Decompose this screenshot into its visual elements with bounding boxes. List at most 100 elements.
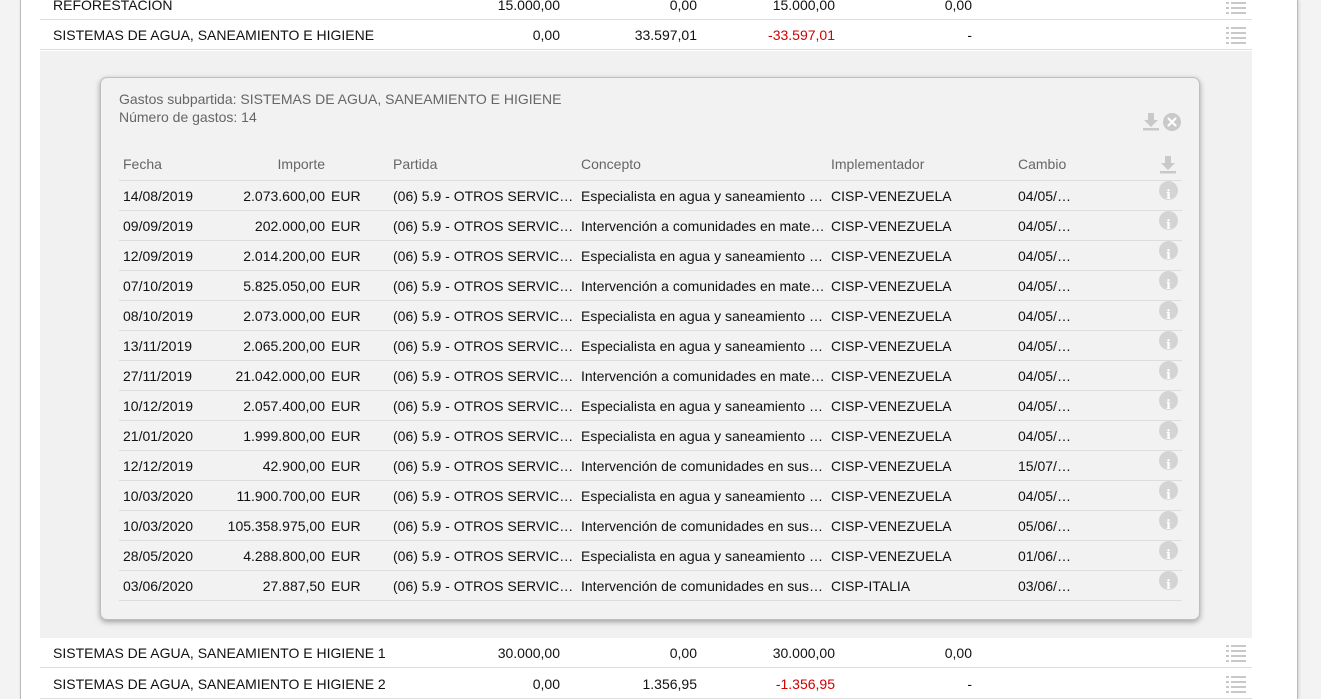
table-row[interactable]: 27/11/2019 21.042.000,00 EUR (06) 5.9 - OTR… [119, 361, 1182, 391]
table-row[interactable]: 12/09/2019 2.014.200,00 EUR (06) 5.9 - OTRO… [119, 241, 1182, 271]
cell-importe: 21.042.000,00 [235, 368, 325, 384]
table-row[interactable]: 03/06/2020 27.887,50 EUR (06) 5.9 - OTROS S… [119, 571, 1182, 601]
list-icon[interactable] [1226, 644, 1246, 662]
list-icon[interactable] [1226, 675, 1246, 693]
cell-partida: (06) 5.9 - OTROS SERVICIOS [393, 308, 575, 324]
table-row[interactable]: 28/05/2020 4.288.800,00 EUR (06) 5.9 - OTRO… [119, 541, 1182, 571]
info-icon[interactable]: i [1159, 181, 1178, 203]
row-budget: 0,00 [532, 676, 560, 692]
header-partida[interactable]: Partida [393, 148, 575, 181]
expenses-table: Fecha Importe Partida Concepto Implement… [119, 148, 1182, 601]
list-icon[interactable] [1226, 26, 1246, 44]
table-row[interactable]: 09/09/2019 202.000,00 EUR (06) 5.9 - OTROS … [119, 211, 1182, 241]
cell-fecha: 08/10/2019 [123, 308, 194, 324]
cell-cambio: 04/05/2020 [1018, 368, 1074, 384]
cell-cambio: 05/06/2020 [1018, 518, 1074, 534]
budget-row[interactable]: SISTEMAS DE AGUA, SANEAMIENTO E HIGIENE 0… [40, 20, 1252, 50]
cell-concepto: Especialista en agua y saneamiento - oct… [581, 308, 825, 324]
cell-cambio: 04/05/2020 [1018, 398, 1074, 414]
cell-cambio: 04/05/2020 [1018, 248, 1074, 264]
header-fecha[interactable]: Fecha [123, 148, 162, 181]
panel-title: Gastos subpartida: SISTEMAS DE AGUA, SAN… [119, 91, 562, 107]
cell-moneda: EUR [331, 548, 361, 564]
cell-fecha: 10/12/2019 [123, 398, 194, 414]
info-icon[interactable]: i [1159, 421, 1178, 443]
info-icon[interactable]: i [1159, 241, 1178, 263]
cell-cambio: 04/05/2020 [1018, 278, 1074, 294]
cell-implementador: CISP-VENEZUELA [831, 218, 952, 234]
list-icon[interactable] [1226, 0, 1246, 14]
cell-importe: 2.073.000,00 [243, 308, 325, 324]
budget-row[interactable]: SISTEMAS DE AGUA, SANEAMIENTO E HIGIENE … [40, 669, 1252, 699]
cell-implementador: CISP-VENEZUELA [831, 398, 952, 414]
cell-concepto: Especialista en agua y saneamiento - dic… [581, 398, 825, 414]
cell-fecha: 10/03/2020 [123, 518, 194, 534]
cell-cambio: 01/06/2020 [1018, 548, 1074, 564]
cell-implementador: CISP-VENEZUELA [831, 368, 952, 384]
cell-importe: 42.900,00 [262, 458, 325, 474]
row-name: SISTEMAS DE AGUA, SANEAMIENTO E HIGIENE [53, 27, 375, 43]
table-row[interactable]: 13/11/2019 2.065.200,00 EUR (06) 5.9 - OTRO… [119, 331, 1182, 361]
cell-moneda: EUR [331, 488, 361, 504]
table-row[interactable]: 21/01/2020 1.999.800,00 EUR (06) 5.9 - OTRO… [119, 421, 1182, 451]
row-spent: 33.597,01 [634, 27, 697, 43]
expenses-panel: Gastos subpartida: SISTEMAS DE AGUA, SAN… [100, 77, 1200, 620]
info-icon[interactable]: i [1159, 511, 1178, 533]
cell-partida: (06) 5.9 - OTROS SERVICIOS [393, 338, 575, 354]
header-importe[interactable]: Importe [197, 148, 325, 181]
row-balance: 15.000,00 [772, 0, 835, 13]
row-percent: - [967, 676, 972, 692]
row-spent: 1.356,95 [642, 676, 698, 692]
table-row[interactable]: 08/10/2019 2.073.000,00 EUR (06) 5.9 - OTRO… [119, 301, 1182, 331]
budget-row[interactable]: SISTEMAS DE AGUA, SANEAMIENTO E HIGIENE … [40, 638, 1252, 668]
table-row[interactable]: 10/03/2020 105.358.975,00 EUR (06) 5.9 - OT… [119, 511, 1182, 541]
info-icon[interactable]: i [1159, 271, 1178, 293]
cell-fecha: 21/01/2020 [123, 428, 194, 444]
download-icon[interactable] [1158, 154, 1178, 174]
cell-concepto: Intervención a comunidades en materia de… [581, 218, 825, 234]
table-body: 14/08/2019 2.073.600,00 EUR (06) 5.9 - OTRO… [119, 181, 1182, 601]
info-icon[interactable]: i [1159, 451, 1178, 473]
info-icon[interactable]: i [1159, 331, 1178, 353]
cell-cambio: 04/05/2020 [1018, 488, 1074, 504]
header-concepto[interactable]: Concepto [581, 148, 825, 181]
cell-partida: (06) 5.9 - OTROS SERVICIOS [393, 578, 575, 594]
row-budget: 15.000,00 [497, 0, 560, 13]
cell-moneda: EUR [331, 338, 361, 354]
table-row[interactable]: 07/10/2019 5.825.050,00 EUR (06) 5.9 - OTRO… [119, 271, 1182, 301]
download-icon[interactable] [1141, 111, 1161, 131]
info-icon[interactable]: i [1159, 481, 1178, 503]
info-icon[interactable]: i [1159, 211, 1178, 233]
table-row[interactable]: 14/08/2019 2.073.600,00 EUR (06) 5.9 - OTRO… [119, 181, 1182, 211]
close-circle-icon[interactable] [1163, 113, 1181, 131]
expense-count: Número de gastos: 14 [119, 109, 257, 125]
cell-moneda: EUR [331, 278, 361, 294]
table-row[interactable]: 10/03/2020 11.900.700,00 EUR (06) 5.9 - OTR… [119, 481, 1182, 511]
cell-concepto: Intervención de comunidades en sus siste… [581, 518, 825, 534]
cell-fecha: 09/09/2019 [123, 218, 194, 234]
row-percent: - [967, 27, 972, 43]
info-icon[interactable]: i [1159, 301, 1178, 323]
row-balance: 30.000,00 [772, 645, 835, 661]
cell-implementador: CISP-VENEZUELA [831, 188, 952, 204]
info-icon[interactable]: i [1159, 571, 1178, 593]
cell-moneda: EUR [331, 518, 361, 534]
header-cambio[interactable]: Cambio [1018, 148, 1074, 181]
budget-row[interactable]: REFORESTACION 15.000,00 0,00 15.000,00 0,00 [40, 0, 1252, 20]
info-icon[interactable]: i [1159, 541, 1178, 563]
cell-concepto: Especialista en agua y saneamiento - nov… [581, 338, 825, 354]
cell-partida: (06) 5.9 - OTROS SERVICIOS [393, 218, 575, 234]
info-icon[interactable]: i [1159, 391, 1178, 413]
info-icon[interactable]: i [1159, 361, 1178, 383]
table-row[interactable]: 10/12/2019 2.057.400,00 EUR (06) 5.9 - OTRO… [119, 391, 1182, 421]
cell-implementador: CISP-VENEZUELA [831, 488, 952, 504]
table-row[interactable]: 12/12/2019 42.900,00 EUR (06) 5.9 - OTROS S… [119, 451, 1182, 481]
cell-fecha: 27/11/2019 [123, 368, 193, 384]
cell-importe: 5.825.050,00 [243, 278, 325, 294]
cell-importe: 2.014.200,00 [243, 248, 325, 264]
cell-moneda: EUR [331, 218, 361, 234]
cell-partida: (06) 5.9 - OTROS SERVICIOS [393, 428, 575, 444]
cell-concepto: Intervención a comunidades en materia de… [581, 368, 825, 384]
cell-partida: (06) 5.9 - OTROS SERVICIOS [393, 458, 575, 474]
header-implementador[interactable]: Implementador [831, 148, 1011, 181]
